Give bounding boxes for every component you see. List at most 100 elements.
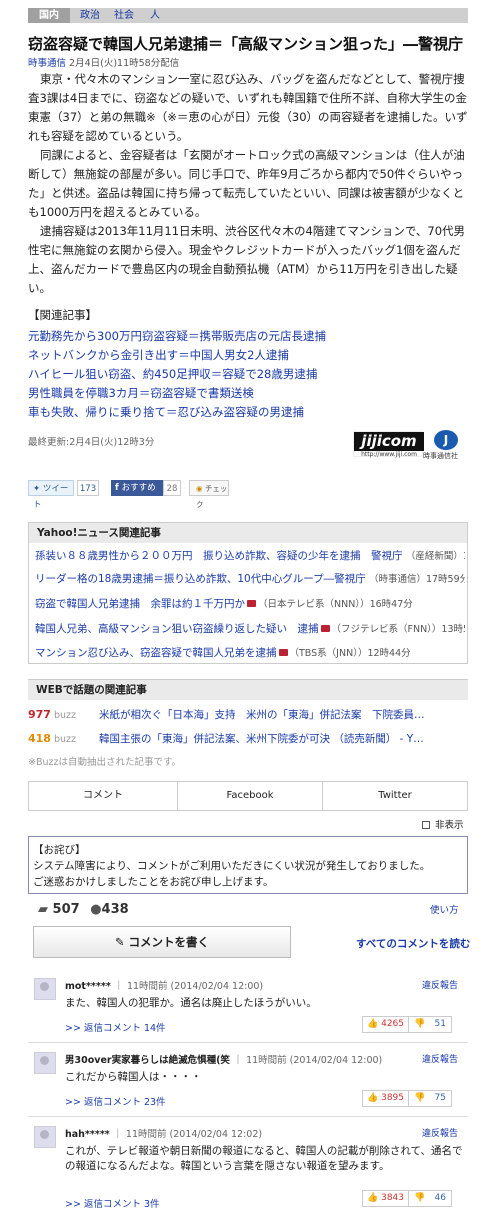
- jijicom-url: http://www.jiji.com: [361, 451, 417, 458]
- apology-line: ご迷惑おかけしましたことをお詫び申し上げます。: [33, 876, 274, 888]
- good-button[interactable]: 👍 3843: [363, 1191, 409, 1206]
- report-link[interactable]: 違反報告: [422, 978, 458, 991]
- pencil-icon: ✎: [114, 935, 129, 949]
- howto-link[interactable]: 使い方: [430, 902, 459, 916]
- report-link[interactable]: 違反報告: [422, 1126, 458, 1139]
- web-related-panel: WEBで話題の関連記事 977 buzz 米紙が相次ぐ「日本海」支持 米州の「東海」…: [28, 679, 468, 747]
- yahoo-related-panel: Yahoo!ニュース関連記事 孫装い８８歳男性から２００万円 振り込め詐欺、容疑…: [28, 522, 468, 664]
- thumbs-down-icon: 👎: [414, 1193, 426, 1203]
- tweet-button[interactable]: ✦ ツイート: [28, 480, 74, 510]
- thumbs-up-icon: 👍: [367, 1019, 379, 1029]
- comment-stats: ▰ 507 ●438: [38, 902, 129, 917]
- comment-bubble-icon: ▰: [38, 902, 48, 917]
- mixi-check-button[interactable]: ◉ チェック: [189, 480, 229, 509]
- tab-politics[interactable]: 政治: [80, 8, 100, 23]
- related-article-link[interactable]: ハイヒール狙い窃盗、約450足押収＝容疑で28歳男逮捕: [28, 366, 317, 382]
- replies-link[interactable]: >> 返信コメント 23件: [65, 1094, 166, 1108]
- yahoo-related-meta: （TBS系（JNN））12時44分: [289, 648, 411, 659]
- hide-checkbox[interactable]: [422, 821, 430, 829]
- source-link[interactable]: 時事通信: [28, 58, 66, 69]
- related-article-link[interactable]: 元勤務先から300万円窃盗容疑＝携帯販売店の元店長逮捕: [28, 328, 326, 344]
- video-icon: [278, 649, 288, 656]
- thumbs-down-icon: 👎: [414, 1019, 426, 1029]
- recommend-count: 28: [163, 480, 181, 496]
- replies-link[interactable]: >> 返信コメント 14件: [65, 1020, 166, 1034]
- replies-link[interactable]: >> 返信コメント 3件: [65, 1196, 160, 1210]
- tab-twitter[interactable]: Twitter: [322, 782, 467, 810]
- comment-text: また、韓国人の犯罪か。通名は廃止したほうがいい。: [65, 997, 317, 1009]
- buzz-count: 977: [28, 708, 51, 721]
- twitter-bird-icon: ✦: [33, 484, 43, 494]
- bad-count: 51: [434, 1019, 446, 1029]
- hide-label: 非表示: [435, 820, 464, 831]
- jijicom-logo[interactable]: jijicom http://www.jiji.com: [353, 431, 424, 458]
- yahoo-related-meta: （産経新聞）18時7分: [405, 551, 465, 562]
- publish-date: 2月4日(火)11時58分配信: [69, 58, 180, 69]
- divider: [28, 1116, 468, 1117]
- yahoo-related-meta: （時事通信）17時59分: [368, 574, 465, 585]
- comment-user[interactable]: 男30over実家暮らしは絶滅危惧種(笑: [65, 1055, 230, 1066]
- yahoo-related-link[interactable]: マンション忍び込み、窃盗容疑で韓国人兄弟を逮捕: [35, 647, 277, 659]
- yahoo-related-item[interactable]: マンション忍び込み、窃盗容疑で韓国人兄弟を逮捕 （TBS系（JNN））12時44分: [35, 645, 465, 660]
- yahoo-related-item[interactable]: 韓国人兄弟、高級マンション狙い窃盗繰り返した疑い 逮捕 （フジテレビ系（FNN））…: [35, 621, 465, 636]
- related-article-link[interactable]: ネットバンクから金引き出す＝中国人男女2人逮捕: [28, 347, 289, 363]
- avatar: [34, 1126, 56, 1148]
- tab-domestic[interactable]: 国内: [28, 8, 70, 23]
- good-count: 4265: [381, 1019, 404, 1029]
- web-related-item[interactable]: 418 buzz 韓国主張の「東海」併記法案、米州下院委が可決 （読売新聞） - Y…: [28, 731, 468, 746]
- read-all-comments-link[interactable]: すべてのコメントを読む: [356, 936, 470, 951]
- comment-time: 11時間前 (2014/02/04 12:02): [125, 1129, 263, 1140]
- buzz-count: 418: [28, 732, 51, 745]
- jiji-press-emblem-icon: J: [434, 430, 458, 450]
- web-related-link[interactable]: 韓国主張の「東海」併記法案、米州下院委が可決 （読売新聞） - Y…: [99, 733, 424, 745]
- hide-toggle[interactable]: 非表示: [422, 817, 464, 831]
- web-related-title: WEBで話題の関連記事: [28, 680, 468, 700]
- comment-tabs: コメント Facebook Twitter: [28, 781, 468, 811]
- apology-line: システム障害により、コメントがご利用いただきにくい状況が発生しておりました。: [33, 860, 431, 872]
- user-icon: ●: [90, 902, 102, 917]
- good-button[interactable]: 👍 4265: [363, 1017, 409, 1032]
- tab-facebook[interactable]: Facebook: [177, 782, 322, 810]
- body-paragraph: 逮捕容疑は2013年11月11日未明、渋谷区代々木の4階建てマンションで、70代…: [28, 224, 466, 295]
- video-icon: [320, 625, 330, 632]
- good-count: 3895: [381, 1093, 404, 1103]
- bad-button[interactable]: 👎 75: [410, 1091, 452, 1106]
- bad-button[interactable]: 👎 46: [410, 1191, 452, 1206]
- yahoo-related-link[interactable]: 韓国人兄弟、高級マンション狙い窃盗繰り返した疑い 逮捕: [35, 623, 319, 635]
- comment-text: これだから韓国人は・・・・: [65, 1071, 202, 1083]
- report-link[interactable]: 違反報告: [422, 1052, 458, 1065]
- comment-user[interactable]: hah*****: [65, 1129, 110, 1140]
- yahoo-related-item[interactable]: リーダー格の18歳男逮捕＝振り込め詐欺、10代中心グループ―警視庁 （時事通信）…: [35, 571, 465, 586]
- yahoo-related-link[interactable]: リーダー格の18歳男逮捕＝振り込め詐欺、10代中心グループ―警視庁: [35, 573, 366, 585]
- web-related-link[interactable]: 米紙が相次ぐ「日本海」支持 米州の「東海」併記法案 下院委員…: [99, 709, 425, 721]
- yahoo-related-link[interactable]: 窃盗で韓国人兄弟逮捕 余罪は約１千万円か: [35, 598, 245, 610]
- apology-title: 【お詫び】: [33, 844, 86, 856]
- yahoo-related-title: Yahoo!ニュース関連記事: [29, 523, 467, 543]
- write-comment-button[interactable]: ✎ コメントを書く: [33, 926, 291, 958]
- check-icon: ◉: [196, 484, 205, 493]
- byline: 時事通信 2月4日(火)11時58分配信: [28, 55, 179, 69]
- last-updated: 最終更新:2月4日(火)12時3分: [28, 437, 155, 448]
- yahoo-related-link[interactable]: 孫装い８８歳男性から２００万円 振り込め詐欺、容疑の少年を逮捕 警視庁: [35, 550, 403, 562]
- facebook-icon: f: [115, 483, 122, 493]
- tab-people[interactable]: 人: [150, 8, 160, 23]
- comment-count: 507: [52, 902, 80, 917]
- good-button[interactable]: 👍 3895: [363, 1091, 409, 1106]
- yahoo-related-item[interactable]: 窃盗で韓国人兄弟逮捕 余罪は約１千万円か （日本テレビ系（NNN））16時47分: [35, 596, 465, 611]
- yahoo-related-item[interactable]: 孫装い８８歳男性から２００万円 振り込め詐欺、容疑の少年を逮捕 警視庁 （産経新…: [35, 548, 465, 563]
- related-article-link[interactable]: 男性職員を停職3カ月＝窃盗容疑で書類送検: [28, 385, 254, 401]
- video-icon: [247, 600, 256, 607]
- vote-box: 👍 4265 👎 51: [362, 1016, 452, 1033]
- comment-user[interactable]: mot*****: [65, 981, 111, 992]
- thumbs-up-icon: 👍: [367, 1193, 379, 1203]
- bad-button[interactable]: 👎 51: [410, 1017, 452, 1032]
- yahoo-related-meta: （フジテレビ系（FNN））13時5分: [331, 624, 466, 635]
- write-comment-label: コメントを書く: [128, 935, 210, 949]
- tab-comments[interactable]: コメント: [29, 782, 177, 810]
- buzz-label: buzz: [54, 710, 77, 721]
- web-related-item[interactable]: 977 buzz 米紙が相次ぐ「日本海」支持 米州の「東海」併記法案 下院委員…: [28, 707, 468, 722]
- tab-society[interactable]: 社会: [114, 8, 134, 23]
- related-article-link[interactable]: 車も失敗、帰りに乗り捨て＝忍び込み盗容疑の男逮捕: [28, 404, 304, 420]
- facebook-recommend-button[interactable]: f おすすめ: [111, 480, 163, 496]
- comment-time: 11時間前 (2014/02/04 12:00): [126, 981, 264, 992]
